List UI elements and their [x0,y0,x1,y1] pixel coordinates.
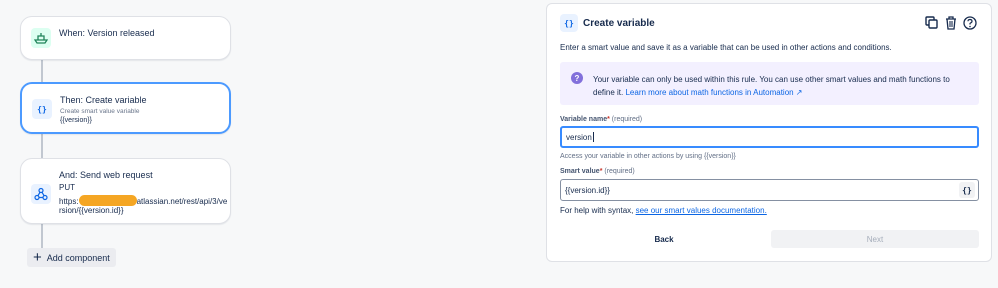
url-suffix: atlassian.net/rest/api/3/ve [136,197,228,206]
smart-values-docs-link[interactable]: see our smart values documentation. [636,206,767,215]
variable-name-label-text: Variable name [560,116,608,123]
syntax-help-text: For help with syntax, [560,206,634,215]
trigger-card[interactable]: When: Version released [20,16,231,60]
create-variable-meta: {{version}} [60,117,92,124]
smart-value-input[interactable]: {{version.id}} {} [560,179,979,201]
trash-icon[interactable] [943,15,958,30]
required-star: * [607,116,610,123]
web-request-title: And: Send web request [59,170,153,180]
trigger-title: When: Version released [59,28,155,38]
create-variable-subtitle: Create smart value variable [60,108,140,115]
panel-description: Enter a smart value and save it as a var… [560,43,892,52]
variable-name-value: version [566,132,592,142]
text-caret [592,132,594,142]
add-component-button[interactable]: + Add component [27,248,116,267]
next-button[interactable]: Next [771,230,979,248]
create-variable-title: Then: Create variable [60,95,147,105]
create-variable-card[interactable]: {} Then: Create variable Create smart va… [20,82,231,134]
required-star: * [599,168,603,175]
copy-icon[interactable] [924,15,939,30]
info-text-block: Your variable can only be used within th… [593,74,973,99]
flow-connector [41,134,43,158]
web-request-card[interactable]: And: Send web request PUT https: atlassia… [20,158,231,224]
url-prefix: https: [59,197,79,206]
redaction-mark [78,195,137,206]
web-request-url-line2: rsion/{{version.id}} [59,206,124,215]
panel-title: Create variable [583,18,655,29]
braces-icon: {} [32,99,52,119]
plus-icon: + [33,249,42,266]
braces-icon: {} [560,14,578,32]
info-message: ? Your variable can only be used within … [560,62,979,105]
flow-connector [41,60,43,82]
smart-value-value: {{version.id}} [565,185,610,195]
back-button[interactable]: Back [560,230,768,248]
add-component-label: Add component [46,252,110,263]
flow-connector [41,224,43,248]
insert-smart-value-button[interactable]: {} [959,182,975,198]
variable-name-label: Variable name* (required) [560,116,642,123]
variable-name-helper: Access your variable in other actions by… [560,153,736,160]
variable-name-input[interactable]: version [560,126,979,148]
web-request-url-line1: https: atlassian.net/rest/api/3/ve [59,195,227,206]
webhook-icon [31,184,51,204]
math-functions-link[interactable]: Learn more about math functions in Autom… [625,88,802,97]
required-note: (required) [611,116,643,123]
create-variable-panel: {} Create variable Enter a smart value a… [546,3,992,262]
web-request-method: PUT [59,183,75,192]
smart-value-label-text: Smart value [560,168,600,175]
question-icon: ? [571,72,583,84]
smart-value-label: Smart value* (required) [560,168,635,175]
help-icon[interactable] [962,15,977,30]
ship-icon [31,28,51,48]
syntax-help: For help with syntax, see our smart valu… [560,206,767,215]
panel-header-actions [924,15,977,30]
required-note: (required) [604,168,635,175]
